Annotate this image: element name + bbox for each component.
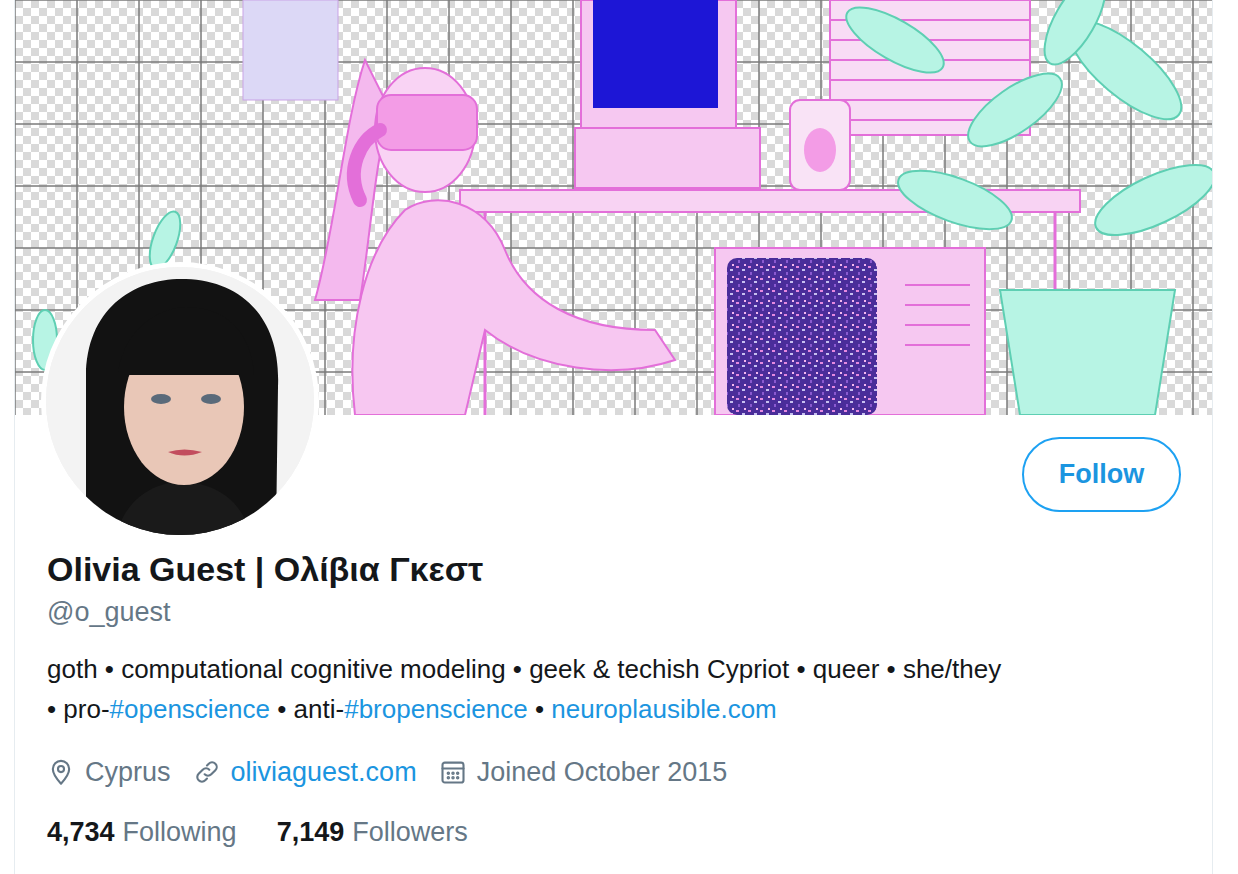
bio-text: • bbox=[528, 694, 552, 724]
bio-line: goth • computational cognitive modeling … bbox=[47, 649, 1180, 689]
avatar-photo bbox=[46, 267, 314, 535]
joined-item: Joined October 2015 bbox=[439, 755, 728, 789]
website-item: oliviaguest.com bbox=[193, 755, 417, 789]
bio-link[interactable]: neuroplausible.com bbox=[551, 694, 776, 724]
follow-button[interactable]: Follow bbox=[1022, 437, 1181, 512]
stat-label: Followers bbox=[352, 815, 468, 849]
stat-count: 4,734 bbox=[47, 815, 115, 849]
website-link[interactable]: oliviaguest.com bbox=[231, 755, 417, 789]
location-item: Cyprus bbox=[47, 755, 171, 789]
bio-link[interactable]: #bropenscience bbox=[344, 694, 528, 724]
stat-link[interactable]: 4,734Following bbox=[47, 815, 237, 849]
handle: @o_guest bbox=[47, 595, 1180, 629]
profile-info: Olivia Guest | Ολίβια Γκεστ @o_guestgoth … bbox=[15, 512, 1212, 849]
location-text: Cyprus bbox=[85, 755, 171, 789]
bio-line: • pro-#openscience • anti-#bropenscience… bbox=[47, 689, 1180, 729]
bio-text: • anti- bbox=[270, 694, 344, 724]
bio-text: • pro- bbox=[47, 694, 110, 724]
stat-count: 7,149 bbox=[277, 815, 345, 849]
bio: goth • computational cognitive modeling … bbox=[47, 649, 1180, 729]
avatar-image[interactable] bbox=[41, 262, 319, 540]
stat-link[interactable]: 7,149Followers bbox=[277, 815, 468, 849]
link-icon bbox=[193, 758, 221, 786]
profile-meta: Cyprus oliviaguest.com Joined October 2015 bbox=[47, 755, 1180, 789]
stat-label: Following bbox=[123, 815, 237, 849]
calendar-icon bbox=[439, 758, 467, 786]
profile-stats: 4,734Following 7,149Followers bbox=[47, 815, 1180, 849]
bio-link[interactable]: #openscience bbox=[110, 694, 270, 724]
profile-card: Follow Olivia Guest | Ολίβια Γκεστ @o_gue… bbox=[14, 0, 1213, 874]
location-pin-icon bbox=[47, 758, 75, 786]
display-name: Olivia Guest | Ολίβια Γκεστ bbox=[47, 549, 1180, 589]
joined-text: Joined October 2015 bbox=[477, 755, 728, 789]
bio-text: goth • computational cognitive modeling … bbox=[47, 654, 1001, 684]
